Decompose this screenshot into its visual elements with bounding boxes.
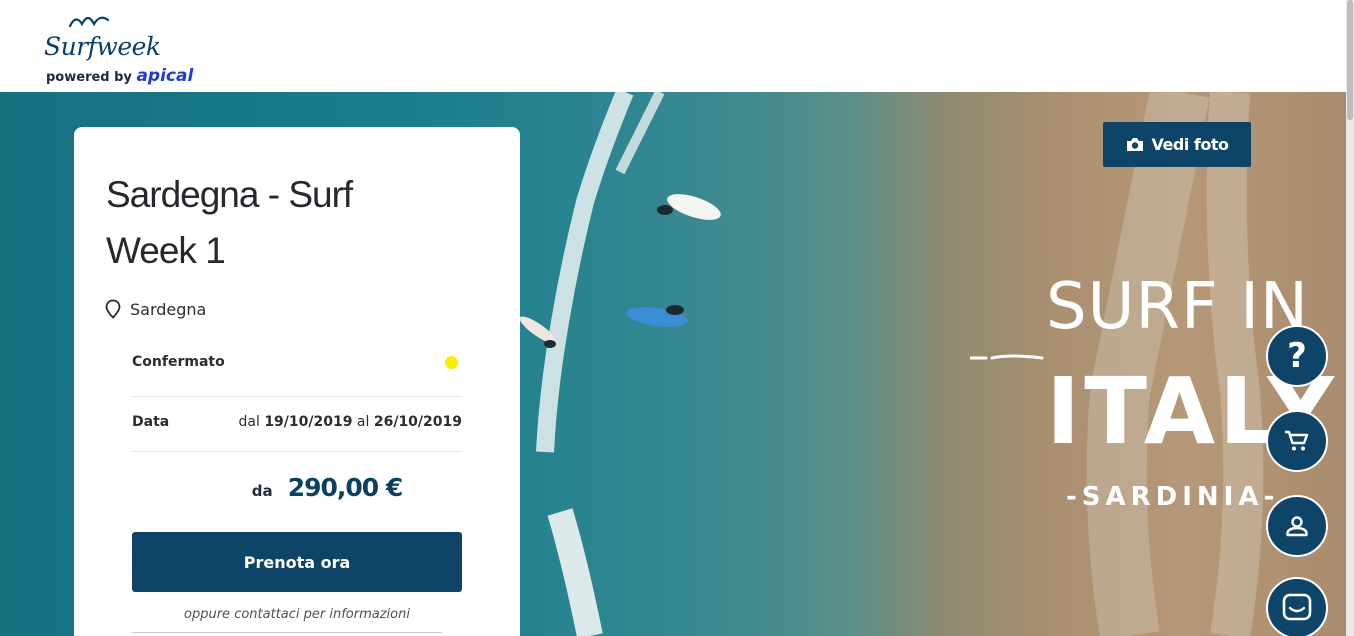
logo-brand: apical bbox=[136, 66, 194, 86]
chat-icon bbox=[1282, 593, 1312, 621]
status-indicator bbox=[445, 355, 458, 369]
date-label: Data bbox=[132, 414, 170, 430]
camera-icon bbox=[1126, 138, 1143, 151]
logo-powered-prefix: powered by bbox=[46, 70, 132, 85]
cart-button[interactable] bbox=[1266, 410, 1328, 472]
contact-underline bbox=[132, 632, 442, 633]
view-photos-label: Vedi foto bbox=[1151, 135, 1229, 154]
date-from: 19/10/2019 bbox=[264, 414, 353, 430]
price-prefix: da bbox=[251, 482, 273, 500]
date-to: 26/10/2019 bbox=[373, 414, 462, 430]
account-button[interactable] bbox=[1266, 495, 1328, 557]
trip-title: Sardegna - Surf Week 1 bbox=[106, 174, 353, 271]
location-pin-icon bbox=[105, 299, 121, 319]
status-label: Confermato bbox=[132, 354, 225, 370]
price-value: 290,00 € bbox=[287, 473, 404, 502]
view-photos-button[interactable]: Vedi foto bbox=[1103, 122, 1251, 167]
logo-powered-by: powered by apical bbox=[46, 66, 193, 86]
date-row: Data dal 19/10/2019 al 26/10/2019 bbox=[132, 414, 462, 430]
page-scrollbar[interactable] bbox=[1346, 0, 1354, 636]
date-value: dal 19/10/2019 al 26/10/2019 bbox=[239, 414, 463, 430]
location-text: Sardegna bbox=[130, 299, 207, 319]
status-row: Confermato bbox=[132, 354, 462, 370]
divider bbox=[132, 451, 462, 452]
price-block: da 290,00 € bbox=[132, 473, 462, 502]
surfweek-logo[interactable]: Surfweek powered by apical bbox=[44, 10, 194, 88]
cart-icon bbox=[1285, 430, 1309, 451]
divider bbox=[132, 396, 462, 397]
user-icon bbox=[1286, 516, 1308, 537]
scrollbar-thumb[interactable] bbox=[1347, 0, 1353, 120]
book-now-button[interactable]: Prenota ora bbox=[132, 532, 462, 592]
trip-location: Sardegna bbox=[104, 299, 206, 319]
site-header: Surfweek powered by apical bbox=[0, 0, 1346, 92]
question-icon: ? bbox=[1287, 336, 1307, 376]
help-button[interactable]: ? bbox=[1266, 325, 1328, 387]
logo-script-text: Surfweek bbox=[44, 32, 161, 61]
date-to-prefix: al bbox=[356, 414, 370, 430]
date-from-prefix: dal bbox=[238, 414, 260, 430]
chat-button[interactable] bbox=[1266, 577, 1328, 636]
wave-icon bbox=[68, 16, 110, 28]
trip-card: Sardegna - Surf Week 1 Sardegna Conferma… bbox=[74, 127, 520, 636]
contact-link[interactable]: oppure contattaci per informazioni bbox=[132, 607, 462, 622]
